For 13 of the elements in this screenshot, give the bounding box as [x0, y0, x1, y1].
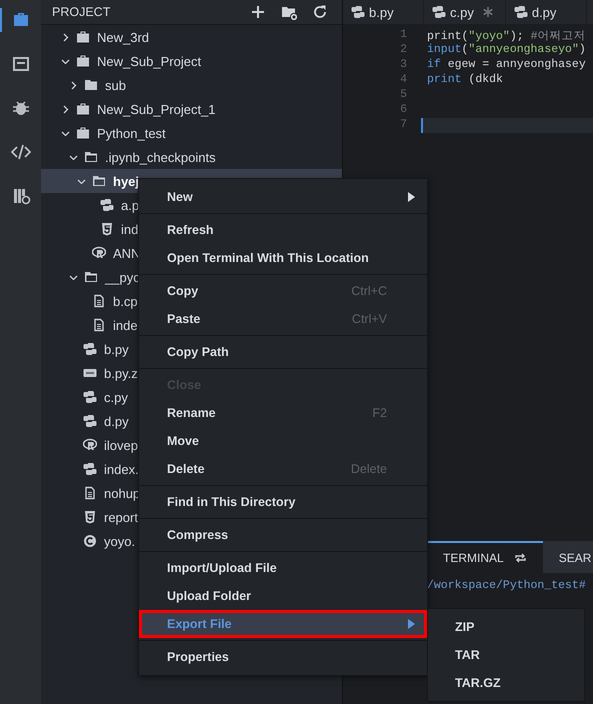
terminal-prompt: /workspace/Python_test#	[427, 579, 587, 592]
code-line: print (dkdk	[426, 73, 504, 88]
line-number: 1	[399, 28, 408, 43]
line-number: 2	[399, 43, 408, 58]
line-number: 4	[399, 73, 408, 88]
code-line: input("annyeonghaseyo")	[426, 43, 587, 58]
line-number: 6	[399, 103, 408, 118]
panel-title: PROJECT	[52, 5, 112, 19]
code-line: print("yoyo"); #어쩌고저	[426, 29, 586, 43]
code-line: if egew = annyeonghasey	[426, 58, 587, 73]
line-number: 3	[399, 58, 408, 73]
line-number: 7	[399, 118, 408, 133]
line-number: 5	[399, 88, 408, 103]
